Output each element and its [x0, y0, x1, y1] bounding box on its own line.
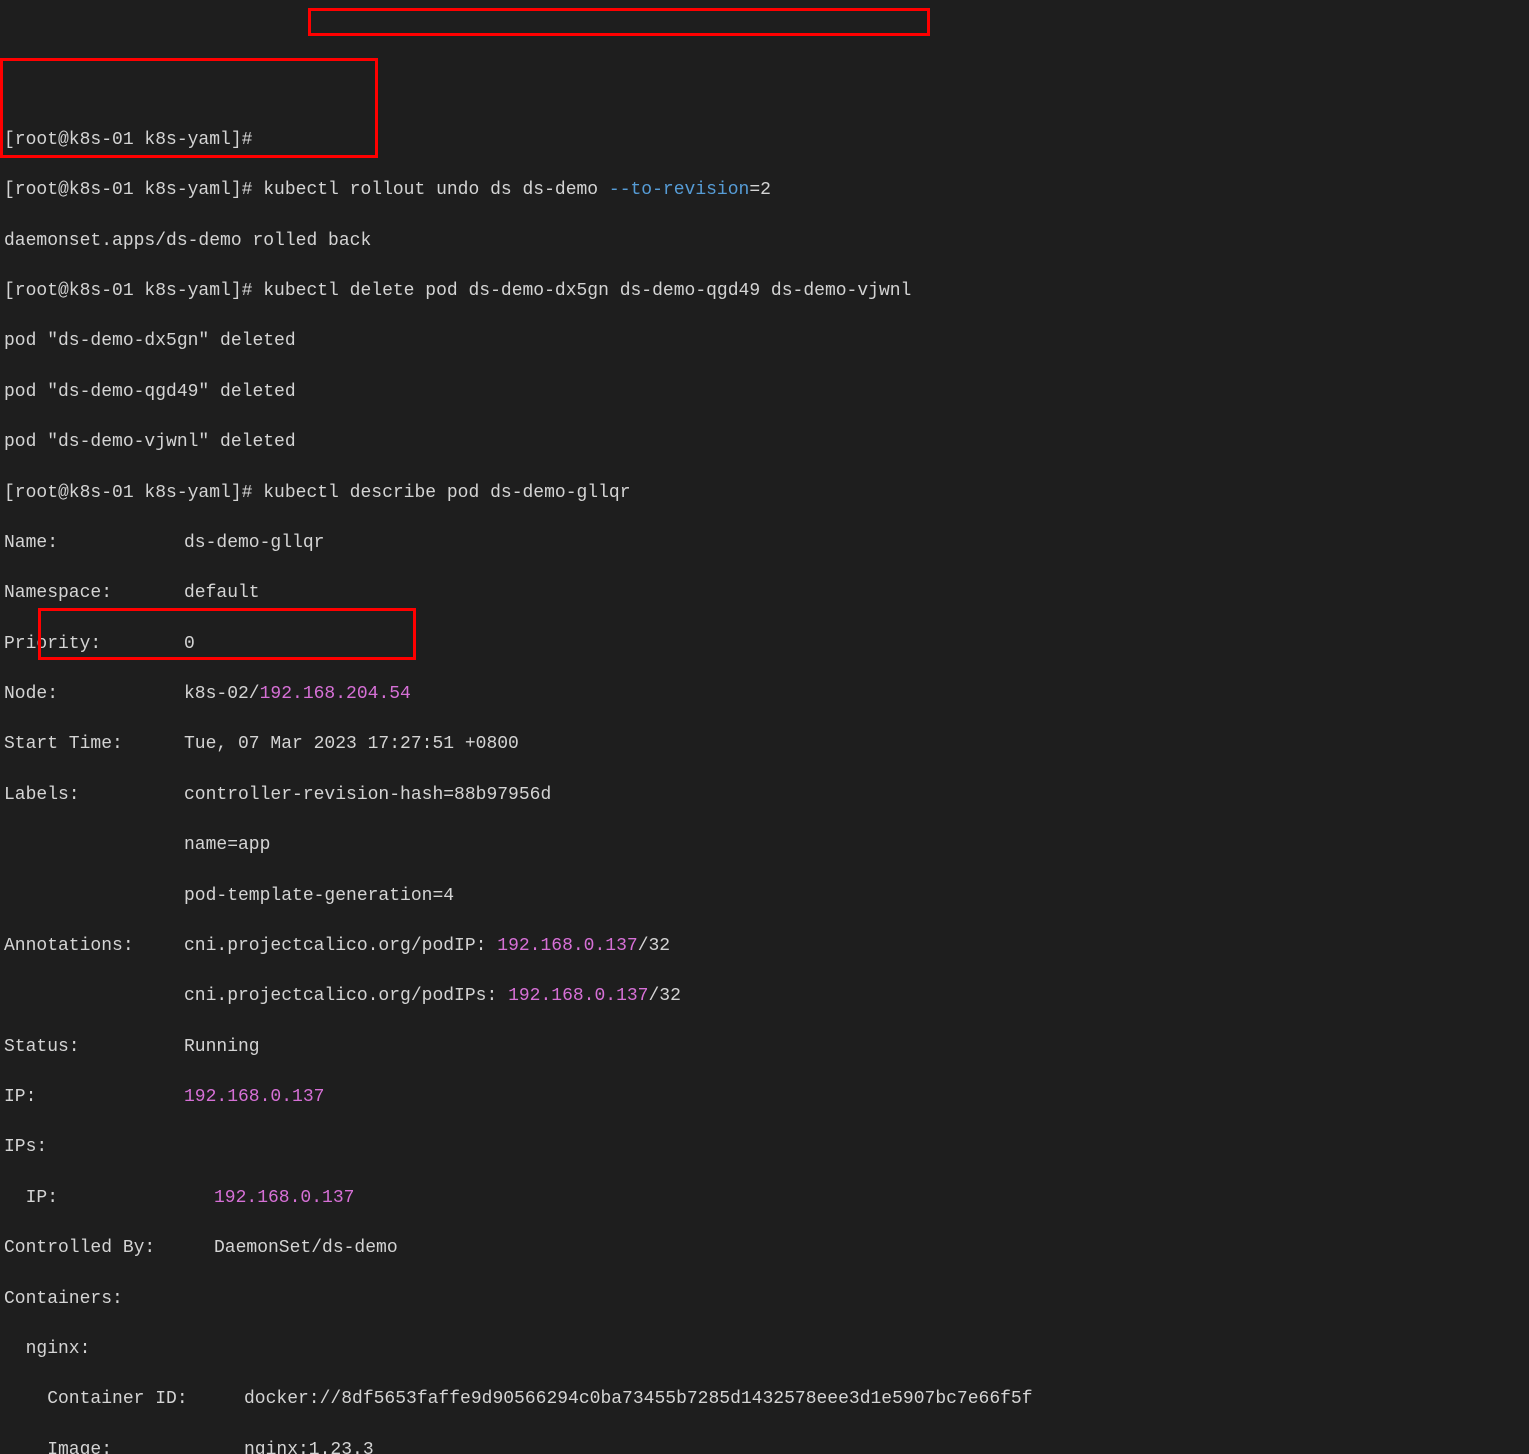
output-line: pod "ds-demo-qgd49" deleted [4, 380, 1525, 405]
field-key: Labels: [4, 783, 184, 808]
output-line: pod "ds-demo-dx5gn" deleted [4, 329, 1525, 354]
field-labels: Labels:controller-revision-hash=88b97956… [4, 783, 1525, 808]
field-key: IPs: [4, 1137, 47, 1157]
field-value: 0 [184, 634, 195, 654]
prompt: [root@k8s-01 k8s-yaml]# [4, 130, 263, 150]
field-value-pre: cni.projectcalico.org/podIPs: [184, 986, 508, 1006]
field-key: Priority: [4, 632, 184, 657]
field-value: default [184, 583, 260, 603]
field-image: Image:nginx:1.23.3 [4, 1438, 1525, 1454]
output-line: pod "ds-demo-vjwnl" deleted [4, 430, 1525, 455]
ip-address: 192.168.0.137 [214, 1188, 354, 1208]
field-key: IP: [4, 1186, 214, 1211]
field-value: controller-revision-hash=88b97956d [184, 785, 551, 805]
ip-address: 192.168.0.137 [508, 986, 648, 1006]
field-value: docker://8df5653faffe9d90566294c0ba73455… [244, 1389, 1033, 1409]
field-container-id: Container ID:docker://8df5653faffe9d9056… [4, 1387, 1525, 1412]
field-value: pod-template-generation=4 [184, 886, 454, 906]
ip-address: 192.168.0.137 [184, 1087, 324, 1107]
field-name: Name:ds-demo-gllqr [4, 531, 1525, 556]
field-status: Status:Running [4, 1035, 1525, 1060]
command-line-rollout: [root@k8s-01 k8s-yaml]# kubectl rollout … [4, 178, 1525, 203]
container-name: nginx: [4, 1337, 1525, 1362]
field-controlled-by: Controlled By:DaemonSet/ds-demo [4, 1236, 1525, 1261]
field-annotations-cont: cni.projectcalico.org/podIPs: 192.168.0.… [4, 984, 1525, 1009]
prompt-line: [root@k8s-01 k8s-yaml]# [4, 128, 1525, 153]
field-value: name=app [184, 835, 270, 855]
flag-text: --to-revision [609, 180, 749, 200]
field-key: Node: [4, 682, 184, 707]
field-key: Name: [4, 531, 184, 556]
output-line: daemonset.apps/ds-demo rolled back [4, 229, 1525, 254]
field-value-pre: cni.projectcalico.org/podIP: [184, 936, 497, 956]
field-value: nginx:1.23.3 [244, 1440, 374, 1454]
prompt: [root@k8s-01 k8s-yaml]# [4, 180, 263, 200]
command-text: kubectl delete pod ds-demo-dx5gn ds-demo… [263, 281, 911, 301]
field-value-pre: k8s-02/ [184, 684, 260, 704]
field-labels-cont: name=app [4, 833, 1525, 858]
field-labels-cont: pod-template-generation=4 [4, 884, 1525, 909]
field-key: Controlled By: [4, 1236, 214, 1261]
field-namespace: Namespace:default [4, 581, 1525, 606]
field-value: DaemonSet/ds-demo [214, 1238, 398, 1258]
command-text: kubectl rollout undo ds ds-demo [263, 180, 609, 200]
field-start-time: Start Time:Tue, 07 Mar 2023 17:27:51 +08… [4, 732, 1525, 757]
field-ips: IPs: [4, 1135, 1525, 1160]
field-key: Container ID: [4, 1387, 244, 1412]
field-node: Node:k8s-02/192.168.204.54 [4, 682, 1525, 707]
ip-address: 192.168.204.54 [260, 684, 411, 704]
field-ip: IP:192.168.0.137 [4, 1085, 1525, 1110]
field-ips-sub: IP:192.168.0.137 [4, 1186, 1525, 1211]
field-key: IP: [4, 1085, 184, 1110]
field-value-post: /32 [649, 986, 681, 1006]
terminal-output[interactable]: [root@k8s-01 k8s-yaml]# [root@k8s-01 k8s… [4, 103, 1525, 1454]
field-value: ds-demo-gllqr [184, 533, 324, 553]
command-line-delete: [root@k8s-01 k8s-yaml]# kubectl delete p… [4, 279, 1525, 304]
command-line-describe: [root@k8s-01 k8s-yaml]# kubectl describe… [4, 481, 1525, 506]
field-priority: Priority:0 [4, 632, 1525, 657]
field-key: Image: [4, 1438, 244, 1454]
field-key: Annotations: [4, 934, 184, 959]
field-containers: Containers: [4, 1287, 1525, 1312]
field-value-post: /32 [638, 936, 670, 956]
ip-address: 192.168.0.137 [497, 936, 637, 956]
prompt: [root@k8s-01 k8s-yaml]# [4, 281, 263, 301]
field-value: Tue, 07 Mar 2023 17:27:51 +0800 [184, 734, 519, 754]
field-key: Status: [4, 1035, 184, 1060]
command-text: kubectl describe pod ds-demo-gllqr [263, 483, 630, 503]
field-key: Namespace: [4, 581, 184, 606]
prompt: [root@k8s-01 k8s-yaml]# [4, 483, 263, 503]
highlight-box-1 [308, 8, 930, 36]
field-key: Start Time: [4, 732, 184, 757]
command-arg: =2 [749, 180, 771, 200]
field-annotations: Annotations:cni.projectcalico.org/podIP:… [4, 934, 1525, 959]
field-value: Running [184, 1037, 260, 1057]
